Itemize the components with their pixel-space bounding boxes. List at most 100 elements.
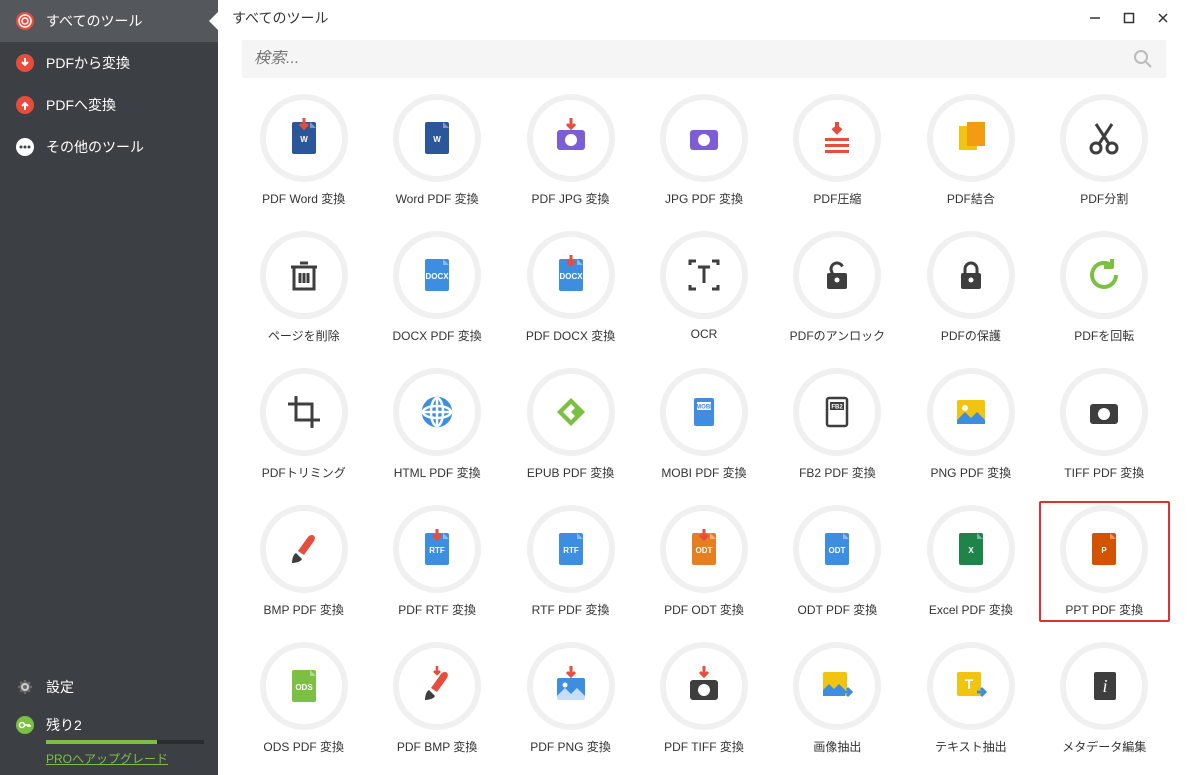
camera-dl-icon [527, 94, 615, 182]
tool-label: BMP PDF 変換 [263, 601, 343, 618]
rtf-icon: RTF [527, 505, 615, 593]
tool-trash[interactable]: ページを削除 [242, 231, 365, 344]
tool-rtf[interactable]: RTF RTF PDF 変換 [509, 505, 632, 618]
sidebar-item-other-tools[interactable]: その他のツール [0, 126, 218, 168]
tool-rtf-in[interactable]: RTFPDF RTF 変換 [375, 505, 498, 618]
scissors-icon [1060, 94, 1148, 182]
tool-excel[interactable]: XExcel PDF 変換 [909, 505, 1032, 618]
tool-camera-dl[interactable]: PDF JPG 変換 [509, 94, 632, 207]
arrow-up-circle-icon [14, 94, 36, 116]
tool-label: PDF圧縮 [813, 190, 861, 207]
sidebar-remaining-label: 残り2 [46, 715, 82, 735]
search-bar[interactable] [242, 40, 1166, 78]
tool-word-in[interactable]: W PDF Word 変換 [242, 94, 365, 207]
mobi-icon: MOBI [660, 368, 748, 456]
tool-txt-extract[interactable]: Tテキスト抽出 [909, 642, 1032, 755]
tool-label: PDFトリミング [262, 464, 346, 481]
tool-label: PDF Word 変換 [262, 190, 345, 207]
tool-label: HTML PDF 変換 [394, 464, 481, 481]
merge-icon [927, 94, 1015, 182]
tool-epub[interactable]: EPUB PDF 変換 [509, 368, 632, 481]
tool-ocr[interactable]: OCR [642, 231, 765, 344]
upgrade-link[interactable]: PROへアップグレード [46, 752, 168, 766]
sidebar-item-from-pdf[interactable]: PDFから変換 [0, 42, 218, 84]
sidebar-item-settings[interactable]: 設定 [0, 668, 218, 706]
camera-dl2-icon [660, 642, 748, 730]
tool-label: FB2 PDF 変換 [799, 464, 876, 481]
tool-docx-in[interactable]: DOCXPDF DOCX 変換 [509, 231, 632, 344]
tool-docx[interactable]: DOCX DOCX PDF 変換 [375, 231, 498, 344]
tool-odt-in[interactable]: ODTPDF ODT 変換 [642, 505, 765, 618]
tool-label: PDF JPG 変換 [532, 190, 610, 207]
tool-ods[interactable]: ODSODS PDF 変換 [242, 642, 365, 755]
tool-label: Excel PDF 変換 [929, 601, 1013, 618]
tool-image[interactable]: PNG PDF 変換 [909, 368, 1032, 481]
tool-label: DOCX PDF 変換 [392, 327, 481, 344]
word-in-icon: W [260, 94, 348, 182]
gear-icon [14, 676, 36, 698]
epub-icon [527, 368, 615, 456]
main-panel: すべてのツール W PDF Word 変換 WWord PDF 変換 PDF JPG … [218, 0, 1190, 775]
tool-label: PPT PDF 変換 [1065, 601, 1143, 618]
window-title: すべてのツール [232, 8, 1078, 28]
tool-merge[interactable]: PDF結合 [909, 94, 1032, 207]
brush-icon [260, 505, 348, 593]
fb2-icon: FB2 [793, 368, 881, 456]
tool-label: RTF PDF 変換 [532, 601, 610, 618]
tool-rotate[interactable]: PDFを回転 [1043, 231, 1166, 344]
svg-text:MOBI: MOBI [696, 405, 712, 411]
key-circle-icon [14, 714, 36, 736]
rotate-icon [1060, 231, 1148, 319]
tool-image-dl[interactable]: PDF PNG 変換 [509, 642, 632, 755]
tool-label: PDFの保護 [941, 327, 1001, 344]
docx-in-icon: DOCX [527, 231, 615, 319]
tool-img-extract[interactable]: 画像抽出 [776, 642, 899, 755]
minimize-button[interactable] [1078, 6, 1112, 30]
dots-circle-icon [14, 136, 36, 158]
tool-label: テキスト抽出 [935, 738, 1007, 755]
tool-camera-bw[interactable]: TIFF PDF 変換 [1043, 368, 1166, 481]
tool-scissors[interactable]: PDF分割 [1043, 94, 1166, 207]
tool-compress[interactable]: PDF圧縮 [776, 94, 899, 207]
tool-word[interactable]: WWord PDF 変換 [375, 94, 498, 207]
tool-globe[interactable]: HTML PDF 変換 [375, 368, 498, 481]
sidebar-item-label: PDFから変換 [46, 53, 130, 73]
img-extract-icon [793, 642, 881, 730]
rtf-in-icon: RTF [393, 505, 481, 593]
crop-icon [260, 368, 348, 456]
tools-grid: W PDF Word 変換 WWord PDF 変換 PDF JPG 変換 JPG PD… [218, 84, 1190, 775]
close-button[interactable] [1146, 6, 1180, 30]
docx-icon: DOCX [393, 231, 481, 319]
tool-label: PDFのアンロック [790, 327, 886, 344]
tool-camera-dl2[interactable]: PDF TIFF 変換 [642, 642, 765, 755]
svg-text:ODT: ODT [829, 546, 846, 555]
tool-mobi[interactable]: MOBIMOBI PDF 変換 [642, 368, 765, 481]
tool-fb2[interactable]: FB2 FB2 PDF 変換 [776, 368, 899, 481]
tool-crop[interactable]: PDFトリミング [242, 368, 365, 481]
sidebar-item-all-tools[interactable]: すべてのツール [0, 0, 218, 42]
tool-brush[interactable]: BMP PDF 変換 [242, 505, 365, 618]
trash-icon [260, 231, 348, 319]
sidebar-item-remaining[interactable]: 残り2 [0, 706, 218, 738]
tool-camera[interactable]: JPG PDF 変換 [642, 94, 765, 207]
image-dl-icon [527, 642, 615, 730]
svg-text:ODS: ODS [295, 683, 313, 692]
tool-odt[interactable]: ODTODT PDF 変換 [776, 505, 899, 618]
search-input[interactable] [254, 50, 1132, 68]
tool-unlock[interactable]: PDFのアンロック [776, 231, 899, 344]
sidebar-item-to-pdf[interactable]: PDFへ変換 [0, 84, 218, 126]
tool-brush-dl[interactable]: PDF BMP 変換 [375, 642, 498, 755]
tool-label: PDF PNG 変換 [530, 738, 611, 755]
odt-in-icon: ODT [660, 505, 748, 593]
sidebar-item-label: PDFへ変換 [46, 95, 116, 115]
tool-lock[interactable]: PDFの保護 [909, 231, 1032, 344]
tool-metadata[interactable]: iメタデータ編集 [1043, 642, 1166, 755]
titlebar: すべてのツール [218, 0, 1190, 32]
tool-label: TIFF PDF 変換 [1064, 464, 1144, 481]
maximize-button[interactable] [1112, 6, 1146, 30]
tool-label: PDF TIFF 変換 [664, 738, 744, 755]
spiral-icon [14, 10, 36, 32]
sidebar-item-label: すべてのツール [46, 11, 142, 31]
svg-text:FB2: FB2 [832, 405, 844, 411]
tool-ppt[interactable]: PPPT PDF 変換 [1039, 501, 1170, 622]
